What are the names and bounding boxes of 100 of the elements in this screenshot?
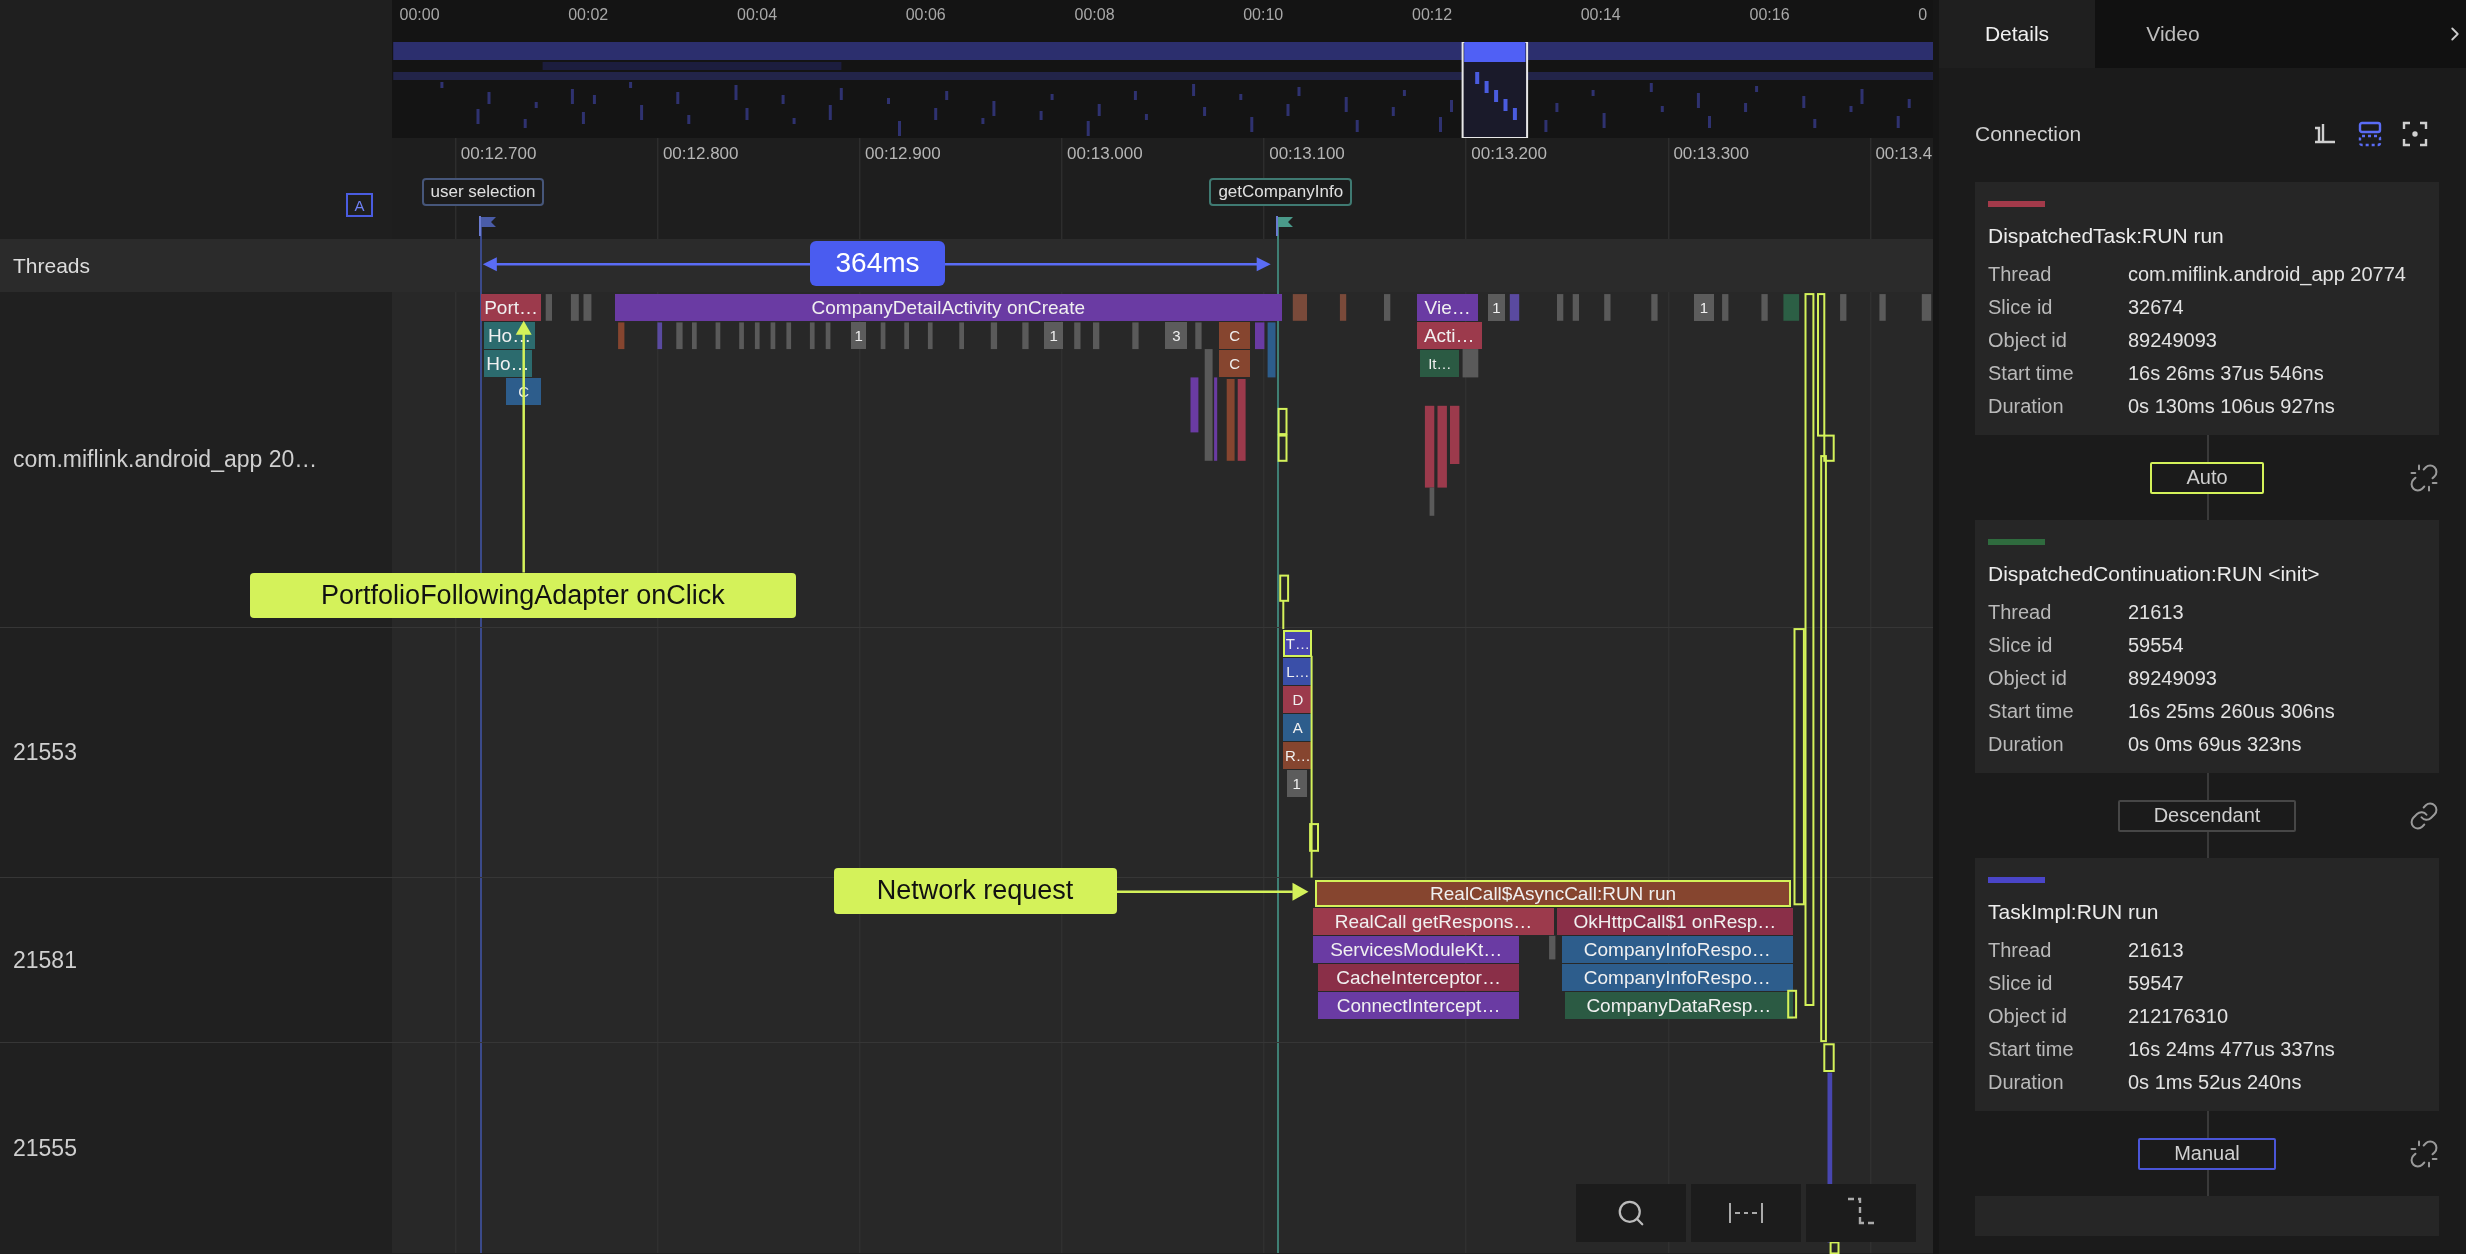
field-label: Start time [1988,361,2075,386]
slice-title: DispatchedTask:RUN run [1988,224,2225,248]
link-type-button[interactable]: Manual [2138,1137,2276,1170]
field-label: Start time [1988,699,2075,724]
field-value: 89249093 [2128,328,2218,353]
field-label: Object id [1988,666,2068,691]
trace-slice[interactable]: Acti… [1417,322,1482,349]
panel-tab[interactable]: Details [1939,0,2095,68]
time-tick-label: 00:04 [737,6,778,24]
trace-slice[interactable]: ConnectIntercept… [1317,992,1520,1020]
field-value: 0s 1ms 52us 240ns [2128,1070,2303,1095]
field-value: 59547 [2128,971,2185,996]
trace-slice[interactable]: 3 [1165,322,1188,349]
thread-name[interactable]: 21555 [13,1134,77,1162]
panel-tab[interactable]: Video [2095,0,2251,68]
trace-slice[interactable]: It… [1420,350,1460,377]
field-value: 0s 130ms 106us 927ns [2128,394,2336,419]
slice-title: TaskImpl:RUN run [1988,900,2160,924]
field-value: 16s 26ms 37us 546ns [2128,361,2325,386]
time-tick-label: 00:08 [1074,6,1115,24]
field-label: Duration [1988,1070,2065,1095]
trace-slice[interactable]: D [1283,686,1313,713]
unlink-icon[interactable] [2409,462,2439,493]
threads-header: Threads [13,253,91,278]
field-value: com.miflink.android_app 20774 [2128,262,2407,288]
focus-frame-icon[interactable] [2401,120,2429,148]
trace-slice[interactable]: CacheInterceptor… [1317,964,1520,992]
field-value: 21613 [2128,938,2185,963]
time-tick-label: 00:12.900 [865,144,941,164]
field-label: Slice id [1988,971,2054,996]
trace-slice[interactable]: 1 [1044,322,1064,349]
time-tick-label: 00:13.300 [1673,144,1750,164]
field-value: 16s 25ms 260us 306ns [2128,699,2336,724]
trace-slice[interactable]: RealCall getRespons… [1313,908,1554,936]
time-tick-label: 00:10 [1243,6,1284,24]
annotation-callout: PortfolioFollowingAdapter onClick [250,572,796,619]
trace-slice[interactable]: Port… [481,294,541,321]
time-tick-label: 00:12.700 [460,144,537,164]
time-tick-label: 00:13.100 [1269,144,1345,164]
unlink-icon[interactable] [2409,1138,2439,1169]
field-label: Object id [1988,328,2068,353]
trace-slice[interactable]: 1 [1487,294,1506,321]
link-type-button[interactable]: Descendant [2117,799,2297,832]
trace-slice[interactable]: A [1283,714,1313,741]
section-title: Connection [1975,122,2082,146]
trace-slice[interactable]: R… [1283,742,1313,769]
field-label: Thread [1988,600,2053,625]
field-value: 0s 0ms 69us 323ns [2128,732,2303,757]
trace-slice[interactable]: 1 [1693,294,1715,321]
time-tick-label: 00:06 [905,6,946,24]
field-value: 32674 [2128,295,2185,320]
trace-slice[interactable]: T… [1283,630,1313,657]
slice-title: DispatchedContinuation:RUN <init> [1988,562,2321,586]
field-value: 16s 24ms 477us 337ns [2128,1037,2336,1062]
flag-icon [478,216,497,236]
time-tick-label: 00:14 [1580,6,1621,24]
search-button[interactable] [1575,1184,1686,1243]
field-value: 59554 [2128,633,2185,658]
track-badge[interactable]: A [346,193,373,217]
trace-slice[interactable]: CompanyInfoRespo… [1561,936,1793,964]
split-view-icon[interactable] [2356,120,2384,148]
trace-slice[interactable]: L… [1283,658,1313,685]
trace-slice[interactable]: ServicesModuleKt… [1313,936,1520,964]
field-label: Slice id [1988,633,2054,658]
trace-slice[interactable]: C [1218,350,1251,377]
field-label: Thread [1988,938,2053,963]
annotation-callout: Network request [833,868,1117,914]
field-label: Start time [1988,1037,2075,1062]
field-value: 212176310 [2128,1004,2230,1029]
field-value: 89249093 [2128,666,2218,691]
time-tick-label: 00:13.4 [1875,144,1933,164]
trace-slice[interactable]: OkHttpCall$1 onResp… [1557,908,1793,936]
fit-width-icon [1727,1202,1764,1225]
field-label: Duration [1988,732,2065,757]
thread-name[interactable]: 21581 [13,946,77,974]
duration-label: 364ms [809,240,946,287]
time-tick-label: 00:02 [568,6,609,24]
trace-slice[interactable]: 1 [850,322,867,349]
trace-slice[interactable]: CompanyInfoRespo… [1561,964,1793,992]
trace-slice[interactable]: CompanyDataResp… [1564,992,1793,1020]
field-label: Duration [1988,394,2065,419]
flag-icon [1276,216,1294,236]
link-type-button[interactable]: Auto [2150,461,2264,494]
marker-label[interactable]: getCompanyInfo [1209,178,1353,206]
trace-slice[interactable]: Vie… [1417,294,1479,321]
field-label: Object id [1988,1004,2068,1029]
trace-slice[interactable]: 1 [1286,770,1307,797]
time-tick-label: 00:13.200 [1471,144,1547,164]
marker-label[interactable]: user selection [421,178,545,206]
time-tick-label: 0 [1918,6,1928,24]
thread-name[interactable]: 21553 [13,739,77,767]
time-tick-label: 00:16 [1749,6,1790,24]
time-tick-label: 00:13.000 [1067,144,1143,164]
thread-name[interactable]: com.miflink.android_app 20… [13,446,318,473]
trace-slice[interactable]: C [1218,322,1251,349]
link-icon[interactable] [2409,800,2439,831]
trace-slice[interactable]: RealCall$AsyncCall:RUN run [1314,880,1792,908]
trace-slice[interactable]: CompanyDetailActivity onCreate [614,294,1282,321]
time-tick-label: 00:00 [399,6,440,24]
field-label: Slice id [1988,295,2054,320]
